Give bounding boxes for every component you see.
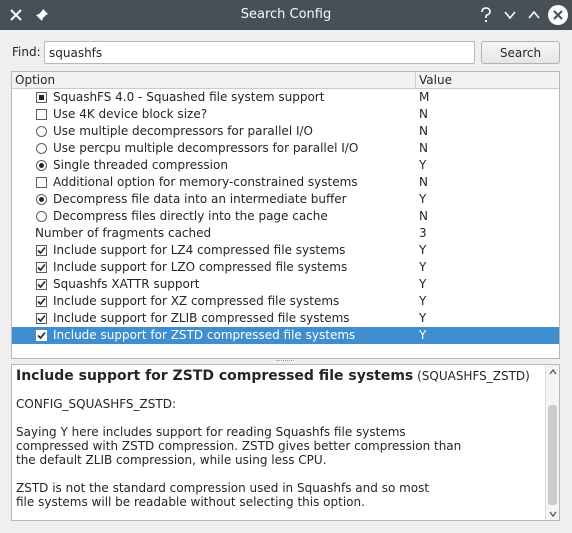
option-label: Squashfs XATTR support — [53, 277, 200, 291]
radio-unchecked-icon[interactable] — [36, 143, 47, 154]
tree-row[interactable]: Decompress files directly into the page … — [12, 208, 559, 225]
checkbox-unchecked-icon[interactable] — [36, 177, 47, 188]
tree-row[interactable]: Single threaded compression Y — [12, 157, 559, 174]
radio-checked-icon[interactable] — [36, 160, 47, 171]
tree-row[interactable]: Include support for ZLIB compressed file… — [12, 310, 559, 327]
option-value: Y — [419, 328, 427, 342]
option-value: M — [419, 90, 430, 104]
option-label: Include support for LZO compressed file … — [53, 260, 348, 274]
tree-row[interactable]: Use percpu multiple decompressors for pa… — [12, 140, 559, 157]
option-label: Single threaded compression — [53, 158, 228, 172]
tree-rows: SquashFS 4.0 - Squashed file system supp… — [12, 89, 559, 344]
option-label: Additional option for memory-constrained… — [53, 175, 358, 189]
checkbox-checked-icon[interactable] — [36, 330, 47, 341]
option-label: Use percpu multiple decompressors for pa… — [53, 141, 359, 155]
maximize-icon[interactable] — [524, 5, 544, 25]
title-bar: Search Config — [0, 0, 572, 30]
help-scrollbar[interactable] — [545, 365, 559, 520]
option-value: Y — [419, 260, 427, 274]
option-value: N — [419, 141, 428, 155]
tree-row[interactable]: Additional option for memory-constrained… — [12, 174, 559, 191]
checkbox-checked-icon[interactable] — [36, 313, 47, 324]
help-paragraph: ZSTD is not the standard compression use… — [16, 481, 430, 509]
option-label: Include support for XZ compressed file s… — [53, 294, 340, 308]
option-value: N — [419, 107, 428, 121]
tree-header: Option Value — [12, 72, 559, 89]
window-close-icon[interactable] — [548, 5, 568, 25]
option-label: Decompress files directly into the page … — [53, 209, 328, 223]
help-paragraph: Saying Y here includes support for readi… — [16, 425, 462, 467]
option-value: Y — [419, 158, 427, 172]
option-value: Y — [419, 192, 427, 206]
find-label: Find: — [12, 45, 41, 59]
option-value: N — [419, 209, 428, 223]
scroll-down-icon[interactable] — [546, 507, 559, 520]
checkbox-checked-icon[interactable] — [36, 245, 47, 256]
option-label: Include support for LZ4 compressed file … — [53, 243, 346, 257]
option-label: Use 4K device block size? — [53, 107, 208, 121]
help-icon[interactable] — [476, 5, 496, 25]
checkbox-checked-icon[interactable] — [36, 262, 47, 273]
option-value: 3 — [419, 226, 427, 240]
minimize-icon[interactable] — [500, 5, 520, 25]
option-value: Y — [419, 243, 427, 257]
tree-row[interactable]: Squashfs XATTR support Y — [12, 276, 559, 293]
scroll-thumb[interactable] — [548, 405, 557, 505]
splitter-handle[interactable] — [276, 360, 294, 363]
help-panel: Include support for ZSTD compressed file… — [11, 364, 560, 521]
scroll-up-icon[interactable] — [546, 365, 559, 378]
checkbox-checked-icon[interactable] — [36, 296, 47, 307]
option-value: N — [419, 124, 428, 138]
options-tree[interactable]: Option Value SquashFS 4.0 - Squashed fil… — [11, 71, 560, 359]
search-button[interactable]: Search — [481, 41, 560, 64]
tree-row[interactable]: Include support for XZ compressed file s… — [12, 293, 559, 310]
radio-checked-icon[interactable] — [36, 194, 47, 205]
radio-unchecked-icon[interactable] — [36, 211, 47, 222]
help-symbol: (SQUASHFS_ZSTD) — [413, 369, 530, 383]
option-value: Y — [419, 311, 427, 325]
option-label: SquashFS 4.0 - Squashed file system supp… — [53, 90, 325, 104]
tree-row[interactable]: Use 4K device block size? N — [12, 106, 559, 123]
option-value: N — [419, 175, 428, 189]
tree-row[interactable]: Use multiple decompressors for parallel … — [12, 123, 559, 140]
tree-row[interactable]: Number of fragments cached 3 — [12, 225, 559, 242]
option-label: Include support for ZSTD compressed file… — [53, 328, 356, 342]
tree-row[interactable]: Include support for ZSTD compressed file… — [12, 327, 559, 344]
value-column-header[interactable]: Value — [416, 72, 452, 88]
option-label: Use multiple decompressors for parallel … — [53, 124, 313, 138]
option-label: Include support for ZLIB compressed file… — [53, 311, 350, 325]
tristate-module-icon[interactable] — [36, 92, 47, 103]
search-input[interactable] — [44, 41, 475, 64]
tree-row[interactable]: Decompress file data into an intermediat… — [12, 191, 559, 208]
radio-unchecked-icon[interactable] — [36, 126, 47, 137]
help-title: Include support for ZSTD compressed file… — [16, 368, 414, 384]
option-value: Y — [419, 294, 427, 308]
option-value: Y — [419, 277, 427, 291]
option-label: Decompress file data into an intermediat… — [53, 192, 347, 206]
option-label: Number of fragments cached — [35, 226, 212, 240]
checkbox-checked-icon[interactable] — [36, 279, 47, 290]
help-config-name: CONFIG_SQUASHFS_ZSTD: — [16, 397, 176, 411]
tree-row[interactable]: Include support for LZO compressed file … — [12, 259, 559, 276]
tree-row[interactable]: Include support for LZ4 compressed file … — [12, 242, 559, 259]
option-column-header[interactable]: Option — [12, 72, 416, 88]
checkbox-unchecked-icon[interactable] — [36, 109, 47, 120]
tree-row[interactable]: SquashFS 4.0 - Squashed file system supp… — [12, 89, 559, 106]
